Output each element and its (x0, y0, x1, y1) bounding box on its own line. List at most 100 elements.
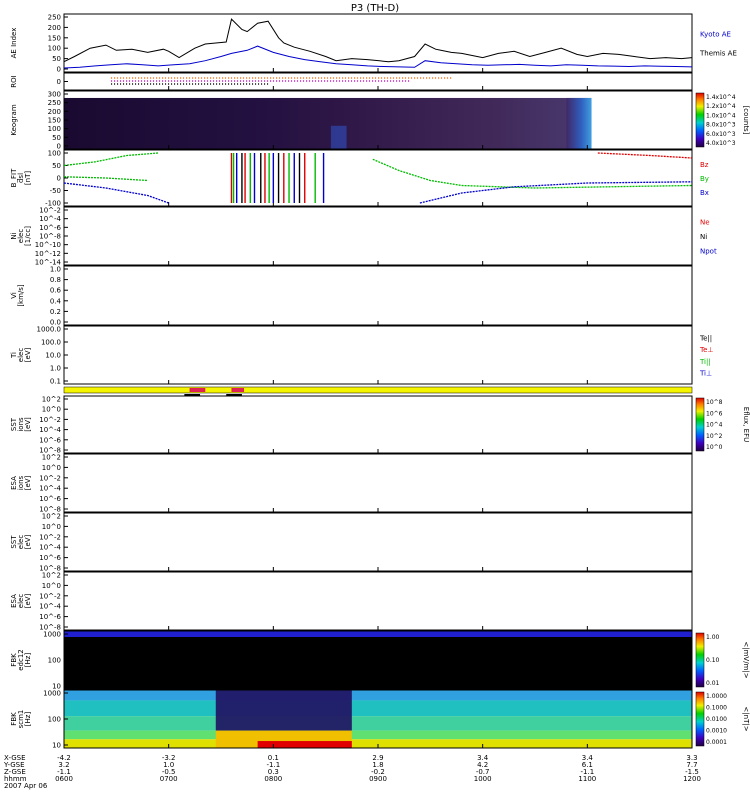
panel-bfit (63, 149, 693, 207)
by-trace-a (63, 152, 159, 167)
colorbar-tick: 1.4x10^4 (706, 94, 736, 101)
ytick-label: 50 (52, 162, 61, 170)
panel-frame-sst_elec (63, 512, 693, 572)
axis-labels: 250200150100500AE Index0ROI3002502001501… (10, 14, 62, 750)
colorbar-tick: 0.01 (706, 680, 720, 687)
ytick-label: 10^0 (42, 464, 61, 472)
legend-Ne: Ne (700, 219, 710, 227)
ylabel-keogram: Keogram (10, 104, 18, 135)
colorbar-tick: 1.00 (706, 634, 720, 641)
legend-By: By (700, 175, 709, 183)
colorbar-sst_ion (695, 397, 705, 452)
ytick-label: 250 (48, 99, 61, 107)
ytick-label: 0.1 (50, 378, 61, 386)
colorbar-tick: 10^0 (706, 444, 723, 451)
ytick-label: 0.6 (50, 287, 62, 295)
ytick-label: 10^-6 (39, 554, 61, 562)
date-label: 2007 Apr 06 (4, 782, 48, 790)
legend-Bz: Bz (700, 161, 709, 169)
fbk-scm-band-2 (64, 716, 692, 731)
panel-decorations: Kyoto AE Themis AE 1.4x10^4 1.2x10^4 1.0x10^… (695, 30, 750, 747)
colorbar-fbk_edc (695, 632, 705, 688)
panel-frame-ni (63, 206, 693, 266)
panel-esa_elec (63, 571, 693, 631)
ytick-label: 100 (48, 125, 61, 133)
coord-value: 0600 (55, 775, 73, 783)
ylabel-line: [eV] (24, 347, 32, 362)
ylabel-line: [eV] (24, 534, 32, 549)
ytick-label: 1000 (43, 631, 61, 639)
panel-frame-bfit (63, 149, 693, 207)
panel-ti (63, 325, 693, 385)
panel-frame-ti (63, 325, 693, 385)
ylabel-line: [1/cc] (24, 226, 32, 246)
ylabel-vi: Vi [km/s] (10, 284, 25, 307)
ytick-label: 10^0 (42, 582, 61, 590)
ytick-label: 0.8 (50, 276, 61, 284)
ytick-label: 10^-6 (39, 436, 61, 444)
coord-value: 0700 (160, 775, 178, 783)
summary-plot: P3 (TH-D) Kyoto AE Themis AE 1.4x10^4 1.2x1… (3, 3, 750, 790)
quality-red-1 (189, 388, 206, 392)
colorbar-label: <|mV/m|> (742, 641, 750, 678)
ytick-label: 10^-2 (39, 474, 61, 482)
ylabel-line: [eV] (24, 475, 32, 490)
ytick-label: 0 (57, 175, 61, 183)
colorbar-label: [counts] (742, 106, 750, 135)
ytick-label: 10^-2 (39, 533, 61, 541)
ytick-label: 10^0 (42, 406, 61, 414)
legend-Ti: Ti|| (699, 358, 711, 366)
ytick-label: 0.2 (50, 308, 61, 316)
quality-red-2 (231, 388, 245, 392)
legend-Ti: Ti⊥ (699, 369, 712, 377)
ytick-label: 10^-2 (39, 207, 61, 215)
panel-frame-esa_ion (63, 453, 693, 513)
ytick-label: 10^-2 (39, 416, 61, 424)
panel-ni (63, 206, 693, 266)
ytick-label: 1.0 (50, 365, 61, 373)
ylabel-roi: ROI (10, 75, 18, 87)
fbk-scm-band-1 (64, 700, 692, 717)
fbk-edc-top-band (64, 631, 692, 637)
bx-trace-c (419, 181, 693, 204)
ytick-label: 10 (52, 742, 61, 750)
colorbar-label-fbk_scm: <|nT|> (742, 706, 750, 731)
ytick-label: 10.0 (45, 352, 61, 360)
colorbar-tick: 1.2x10^4 (706, 103, 736, 110)
ytick-label: 100 (48, 716, 61, 724)
colorbar-tick: 1.0000 (706, 693, 727, 700)
bx-trace-a (63, 182, 169, 204)
colorbar-label: Eflux, EFU (742, 407, 750, 442)
colorbar-label-fbk_edc: <|mV/m|> (742, 641, 750, 678)
colorbar-label: <|nT|> (742, 706, 750, 731)
legend-Te: Te|| (699, 335, 712, 343)
ylabel-sst_elec: SST elec [eV] (10, 534, 32, 549)
legend-Bx: Bx (700, 189, 709, 197)
coord-value: 1000 (474, 775, 492, 783)
by-trace-b (63, 176, 148, 182)
colorbar-tick: 10^6 (706, 410, 723, 417)
keogram-dawn-edge (566, 97, 592, 149)
ytick-label: 10^-6 (39, 613, 61, 621)
ae-series-0 (63, 18, 693, 63)
ytick-label: 10^-8 (39, 233, 61, 241)
ylabel-esa_elec: ESA elec [eV] (10, 593, 32, 608)
ytick-label: 10^2 (42, 454, 61, 462)
colorbar-label-sst_ion: Eflux, EFU (742, 407, 750, 442)
coord-value: 0900 (369, 775, 387, 783)
ytick-label: 150 (48, 34, 61, 42)
ytick-label: 0.4 (50, 297, 62, 305)
panel-frame-vi (63, 265, 693, 326)
ytick-label: 1.0 (50, 266, 61, 274)
panels (63, 13, 693, 749)
ytick-label: 10^-10 (35, 241, 61, 249)
panel-keogram (63, 90, 693, 150)
plot-title: P3 (TH-D) (351, 3, 399, 14)
ytick-label: 100 (48, 150, 61, 158)
ytick-label: -50 (50, 187, 61, 195)
ytick-label: 150 (48, 117, 61, 125)
ytick-label: 50 (52, 134, 61, 142)
panel-vi (63, 265, 693, 326)
ylabel-sst_ion: SST ions [eV] (10, 417, 32, 432)
panel-fbk_edc (63, 630, 693, 690)
